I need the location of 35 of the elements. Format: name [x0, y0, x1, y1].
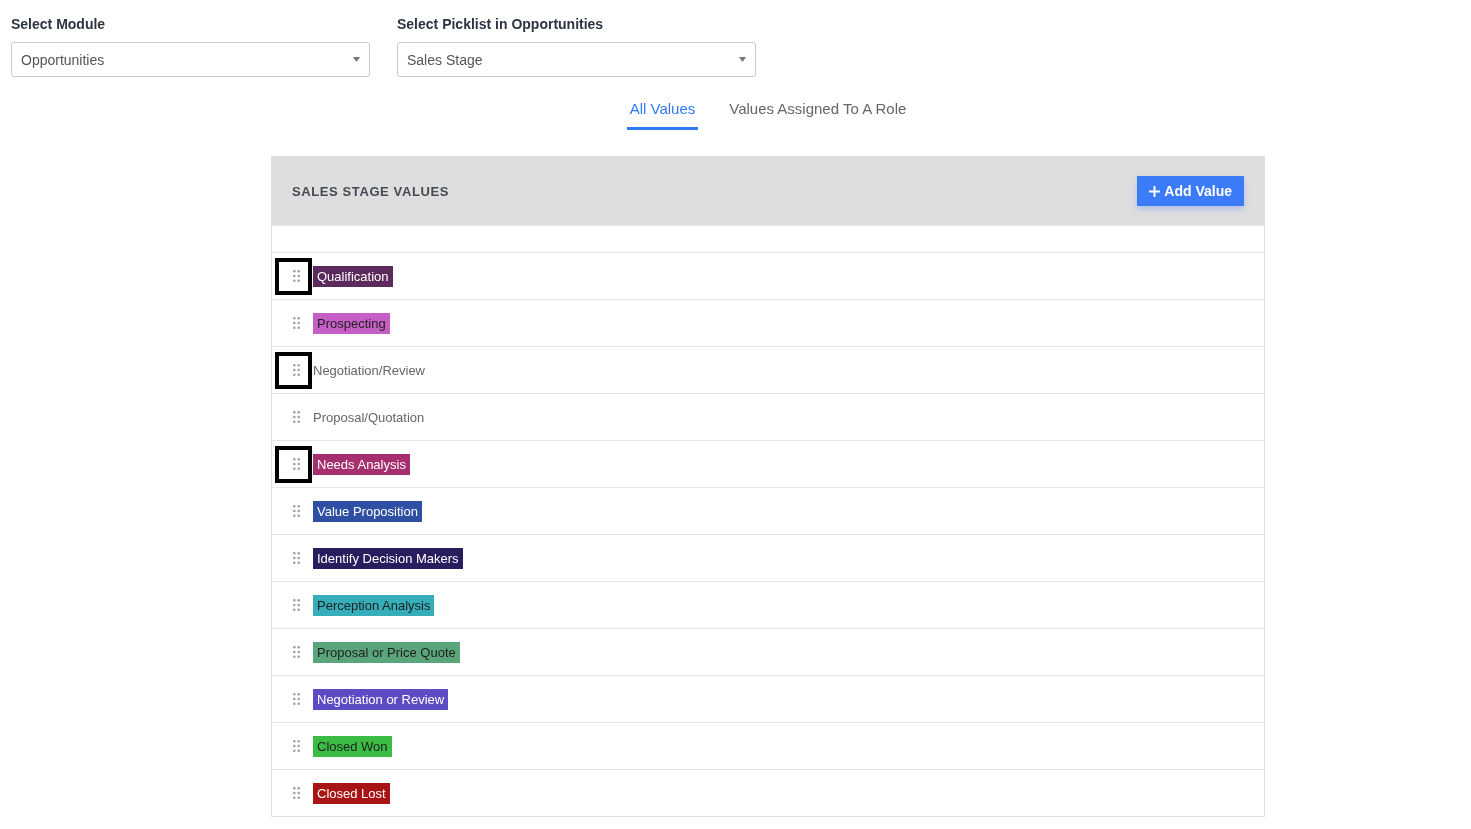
drag-handle-icon[interactable] [293, 599, 300, 611]
drag-handle-icon[interactable] [293, 740, 300, 752]
drag-handle-icon[interactable] [293, 552, 300, 564]
stage-tag: Value Proposition [313, 500, 422, 522]
drag-handle-icon[interactable] [293, 364, 300, 376]
stage-tag: Perception Analysis [313, 594, 435, 616]
drag-handle-icon[interactable] [293, 505, 300, 517]
tab[interactable]: Values Assigned To A Role [726, 100, 910, 130]
stage-tag: Identify Decision Makers [313, 547, 463, 569]
plus-icon [1149, 185, 1161, 197]
caret-icon [739, 57, 746, 62]
panel-title: SALES STAGE VALUES [292, 183, 449, 199]
field-label: Select Module [11, 16, 107, 33]
stage-tag: Closed Lost [313, 782, 390, 804]
tab[interactable]: All Values [626, 100, 699, 130]
stage-tag: Proposal or Price Quote [313, 641, 460, 663]
stage-tag: Prospecting [313, 312, 390, 334]
stage-tag: Needs Analysis [313, 453, 410, 475]
stage-tag: Closed Won [313, 735, 392, 757]
dropdown-select[interactable]: Sales Stage [397, 42, 756, 77]
stage-label: Negotiation/Review [313, 361, 425, 380]
stage-tag: Negotiation or Review [313, 688, 449, 710]
dropdown-select[interactable]: Opportunities [11, 42, 370, 77]
drag-handle-icon[interactable] [293, 646, 300, 658]
field-label: Select Picklist in Opportunities [397, 16, 605, 33]
drag-handle-icon[interactable] [293, 411, 300, 423]
stage-tag: Qualification [313, 265, 393, 287]
drag-handle-icon[interactable] [293, 458, 300, 470]
caret-icon [353, 57, 360, 62]
stage-label: Proposal/Quotation [313, 408, 425, 427]
drag-handle-icon[interactable] [293, 270, 300, 282]
add-value-button[interactable]: Add Value [1137, 176, 1244, 206]
drag-handle-icon[interactable] [293, 317, 300, 329]
drag-handle-icon[interactable] [293, 787, 300, 799]
drag-handle-icon[interactable] [293, 693, 300, 705]
